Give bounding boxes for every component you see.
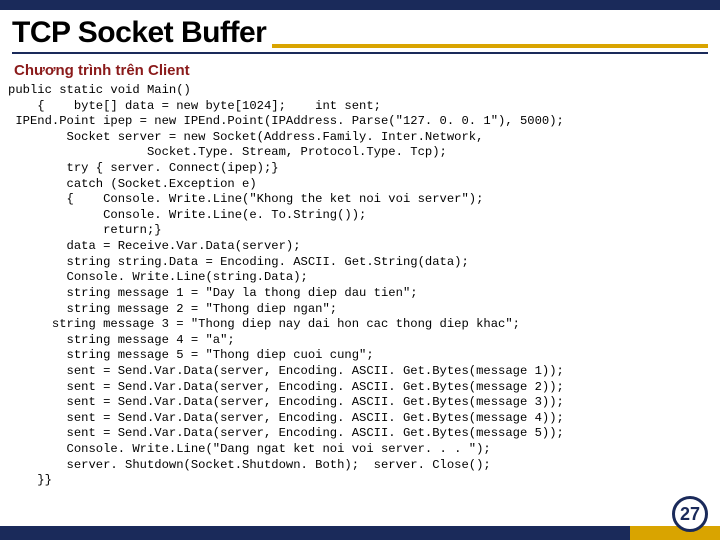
top-accent-bar [0, 0, 720, 10]
slide-title: TCP Socket Buffer [12, 16, 266, 52]
footer-gold [630, 526, 720, 540]
title-row: TCP Socket Buffer [0, 10, 720, 52]
footer-navy [0, 526, 630, 540]
page-number-badge: 27 [672, 496, 708, 532]
slide-subtitle: Chương trình trên Client [0, 62, 720, 83]
page-number: 27 [680, 504, 700, 525]
code-block: public static void Main() { byte[] data … [0, 83, 720, 489]
title-underline [272, 44, 708, 48]
title-divider [12, 52, 708, 54]
footer-bar [0, 526, 720, 540]
